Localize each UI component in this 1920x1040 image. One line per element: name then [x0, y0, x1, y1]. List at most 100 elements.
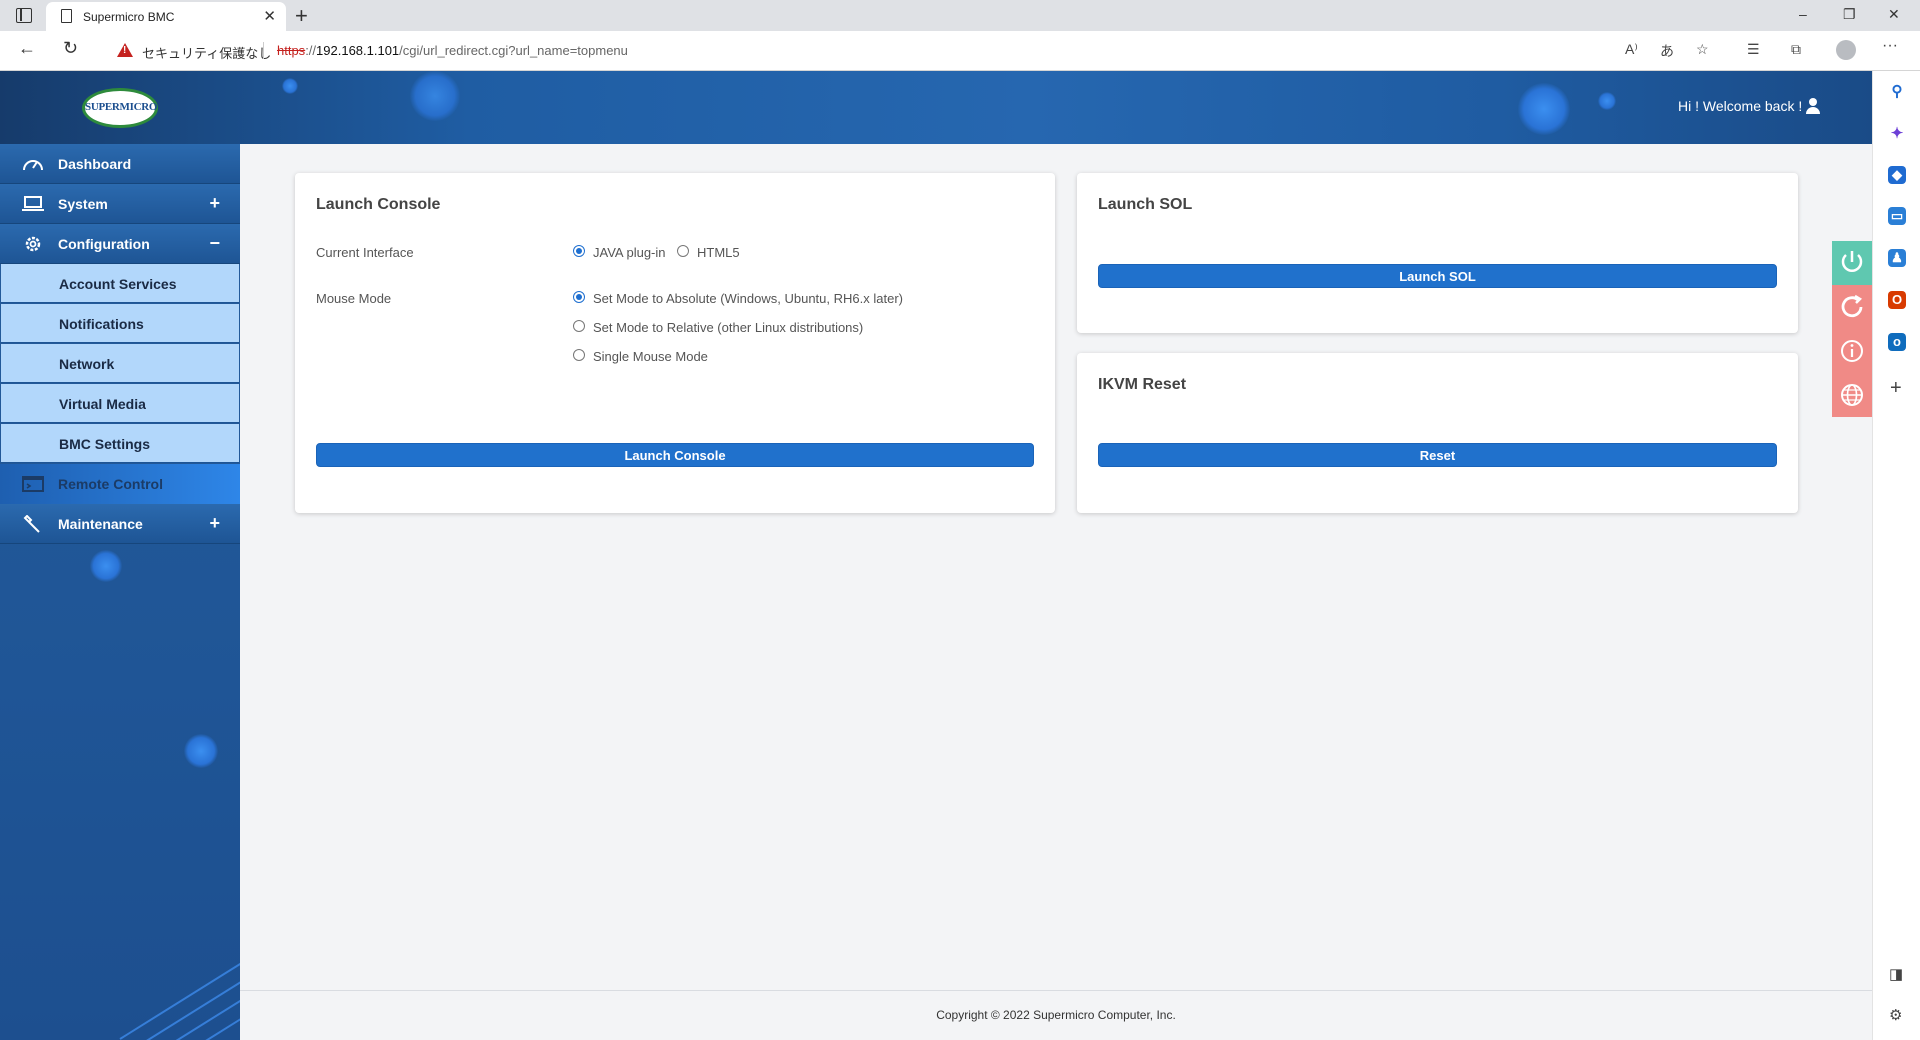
copilot-icon[interactable]: ✦ — [1888, 125, 1906, 143]
add-favorite-icon[interactable]: ☆ — [1696, 41, 1709, 58]
sidebar-item-label: Configuration — [58, 236, 150, 252]
refresh-icon[interactable]: ↻ — [63, 38, 78, 59]
url-text: https://192.168.1.101/cgi/url_redirect.c… — [277, 43, 628, 58]
add-sidebar-app-icon[interactable]: + — [1890, 377, 1902, 400]
browser-side-panel: ⚲ ✦ ◆ ▭ ♟ O o + ◨ ⚙ — [1872, 71, 1920, 1040]
close-tab-icon[interactable]: ✕ — [263, 7, 276, 25]
favorites-icon[interactable]: ☰ — [1747, 41, 1760, 58]
launch-console-card: Launch Console Current Interface JAVA pl… — [295, 173, 1055, 513]
globe-icon — [1841, 384, 1863, 406]
sidebar-item-system[interactable]: System + — [0, 184, 240, 224]
decorative-line — [119, 953, 240, 1040]
back-icon[interactable]: ← — [18, 38, 36, 59]
launch-console-button[interactable]: Launch Console — [316, 443, 1034, 467]
tab-title: Supermicro BMC — [83, 10, 175, 24]
info-icon — [1841, 340, 1863, 362]
security-status[interactable]: セキュリティ保護なし — [142, 43, 271, 62]
outlook-icon[interactable]: o — [1888, 333, 1906, 351]
page-icon — [61, 9, 72, 23]
ikvm-reset-button[interactable]: Reset — [1098, 443, 1777, 467]
sidebar-subitem-label: Network — [59, 356, 115, 372]
card-title: IKVM Reset — [1098, 376, 1187, 393]
app-header: SUPERMICRO Hi ! Welcome back ! — [0, 71, 1872, 144]
sidebar-subitem-label: Account Services — [59, 276, 177, 292]
mouse-relative-radio[interactable] — [573, 320, 585, 332]
html5-label[interactable]: HTML5 — [697, 245, 740, 260]
sidebar: Dashboard System + Configuration − Accou… — [0, 144, 240, 1040]
footer: Copyright © 2022 Supermicro Computer, In… — [240, 990, 1872, 1040]
hide-sidebar-icon[interactable]: ◨ — [1889, 965, 1903, 983]
mouse-relative-label[interactable]: Set Mode to Relative (other Linux distri… — [593, 320, 863, 335]
power-icon — [1841, 251, 1863, 272]
wrench-icon — [23, 515, 40, 533]
sidebar-settings-icon[interactable]: ⚙ — [1889, 1006, 1902, 1024]
new-tab-button[interactable]: + — [295, 3, 308, 29]
read-aloud-icon[interactable]: A⁾ — [1625, 41, 1638, 58]
shopping-icon[interactable]: ◆ — [1888, 166, 1906, 184]
current-interface-label: Current Interface — [316, 245, 414, 260]
games-icon[interactable]: ♟ — [1888, 249, 1906, 267]
expand-icon: + — [209, 513, 220, 533]
card-title: Launch Console — [316, 196, 441, 213]
more-menu-icon[interactable]: ··· — [1882, 37, 1898, 55]
sidebar-item-configuration[interactable]: Configuration − — [0, 224, 240, 264]
info-button[interactable] — [1832, 329, 1872, 373]
single-mouse-label[interactable]: Single Mouse Mode — [593, 349, 708, 364]
java-plugin-label[interactable]: JAVA plug-in — [593, 245, 666, 260]
language-button[interactable] — [1832, 373, 1872, 417]
browser-tab[interactable]: Supermicro BMC ✕ — [46, 2, 286, 31]
ikvm-reset-card: IKVM Reset Reset — [1077, 353, 1798, 513]
translate-icon[interactable]: あ — [1660, 41, 1674, 61]
html5-radio[interactable] — [677, 245, 689, 257]
sidebar-item-dashboard[interactable]: Dashboard — [0, 144, 240, 184]
sidebar-subitem-label: Notifications — [59, 316, 144, 332]
search-icon[interactable]: ⚲ — [1888, 83, 1906, 101]
address-bar: ← ↻ セキュリティ保護なし https://192.168.1.101/cgi… — [0, 31, 1920, 71]
sidebar-item-maintenance[interactable]: Maintenance + — [0, 504, 240, 544]
url-host: 192.168.1.101 — [316, 43, 400, 58]
card-title: Launch SOL — [1098, 196, 1193, 213]
sidebar-item-label: System — [58, 196, 108, 212]
url-scheme-separator: :// — [305, 43, 317, 58]
power-on-button[interactable] — [1832, 241, 1872, 285]
laptop-icon — [22, 196, 44, 211]
collections-icon[interactable]: ⧉ — [1791, 41, 1801, 58]
sidebar-item-bmc-settings[interactable]: BMC Settings — [1, 424, 239, 463]
decorative-line — [159, 986, 240, 1040]
decorative-bubble — [410, 71, 460, 121]
sidebar-item-account-services[interactable]: Account Services — [1, 264, 239, 303]
url-field[interactable]: セキュリティ保護なし https://192.168.1.101/cgi/url… — [100, 35, 1680, 66]
dashboard-icon — [23, 160, 43, 171]
profile-avatar[interactable] — [1836, 40, 1856, 60]
launch-sol-card: Launch SOL Launch SOL — [1077, 173, 1798, 333]
mouse-absolute-label[interactable]: Set Mode to Absolute (Windows, Ubuntu, R… — [593, 291, 903, 306]
sidebar-item-label: Dashboard — [58, 156, 132, 172]
power-control-bar — [1832, 241, 1872, 417]
tab-actions-icon[interactable] — [16, 8, 32, 23]
sidebar-item-notifications[interactable]: Notifications — [1, 304, 239, 343]
restore-button[interactable]: ❐ — [1843, 6, 1856, 23]
launch-sol-button[interactable]: Launch SOL — [1098, 264, 1777, 288]
minimize-button[interactable]: – — [1799, 6, 1807, 22]
terminal-icon — [22, 476, 44, 492]
reset-power-button[interactable] — [1832, 285, 1872, 329]
sidebar-item-network[interactable]: Network — [1, 344, 239, 383]
sidebar-item-virtual-media[interactable]: Virtual Media — [1, 384, 239, 423]
mouse-absolute-radio[interactable] — [573, 291, 585, 303]
sidebar-item-label: Remote Control — [58, 476, 163, 492]
java-plugin-radio[interactable] — [573, 245, 585, 257]
copyright-text: Copyright © 2022 Supermicro Computer, In… — [936, 1008, 1176, 1022]
single-mouse-radio[interactable] — [573, 349, 585, 361]
decorative-bubble — [1518, 83, 1570, 135]
supermicro-logo[interactable]: SUPERMICRO — [82, 88, 158, 128]
close-window-button[interactable]: ✕ — [1888, 6, 1900, 23]
logo-text: SUPERMICRO — [85, 101, 158, 113]
user-icon[interactable] — [1806, 98, 1820, 114]
main-content: Launch Console Current Interface JAVA pl… — [240, 144, 1872, 990]
tools-icon[interactable]: ▭ — [1888, 207, 1906, 225]
sidebar-subitem-label: BMC Settings — [59, 436, 150, 452]
collapse-icon: − — [209, 233, 220, 253]
office-icon[interactable]: O — [1888, 291, 1906, 309]
gear-icon — [25, 236, 41, 252]
sidebar-item-remote-control[interactable]: Remote Control — [0, 464, 240, 504]
